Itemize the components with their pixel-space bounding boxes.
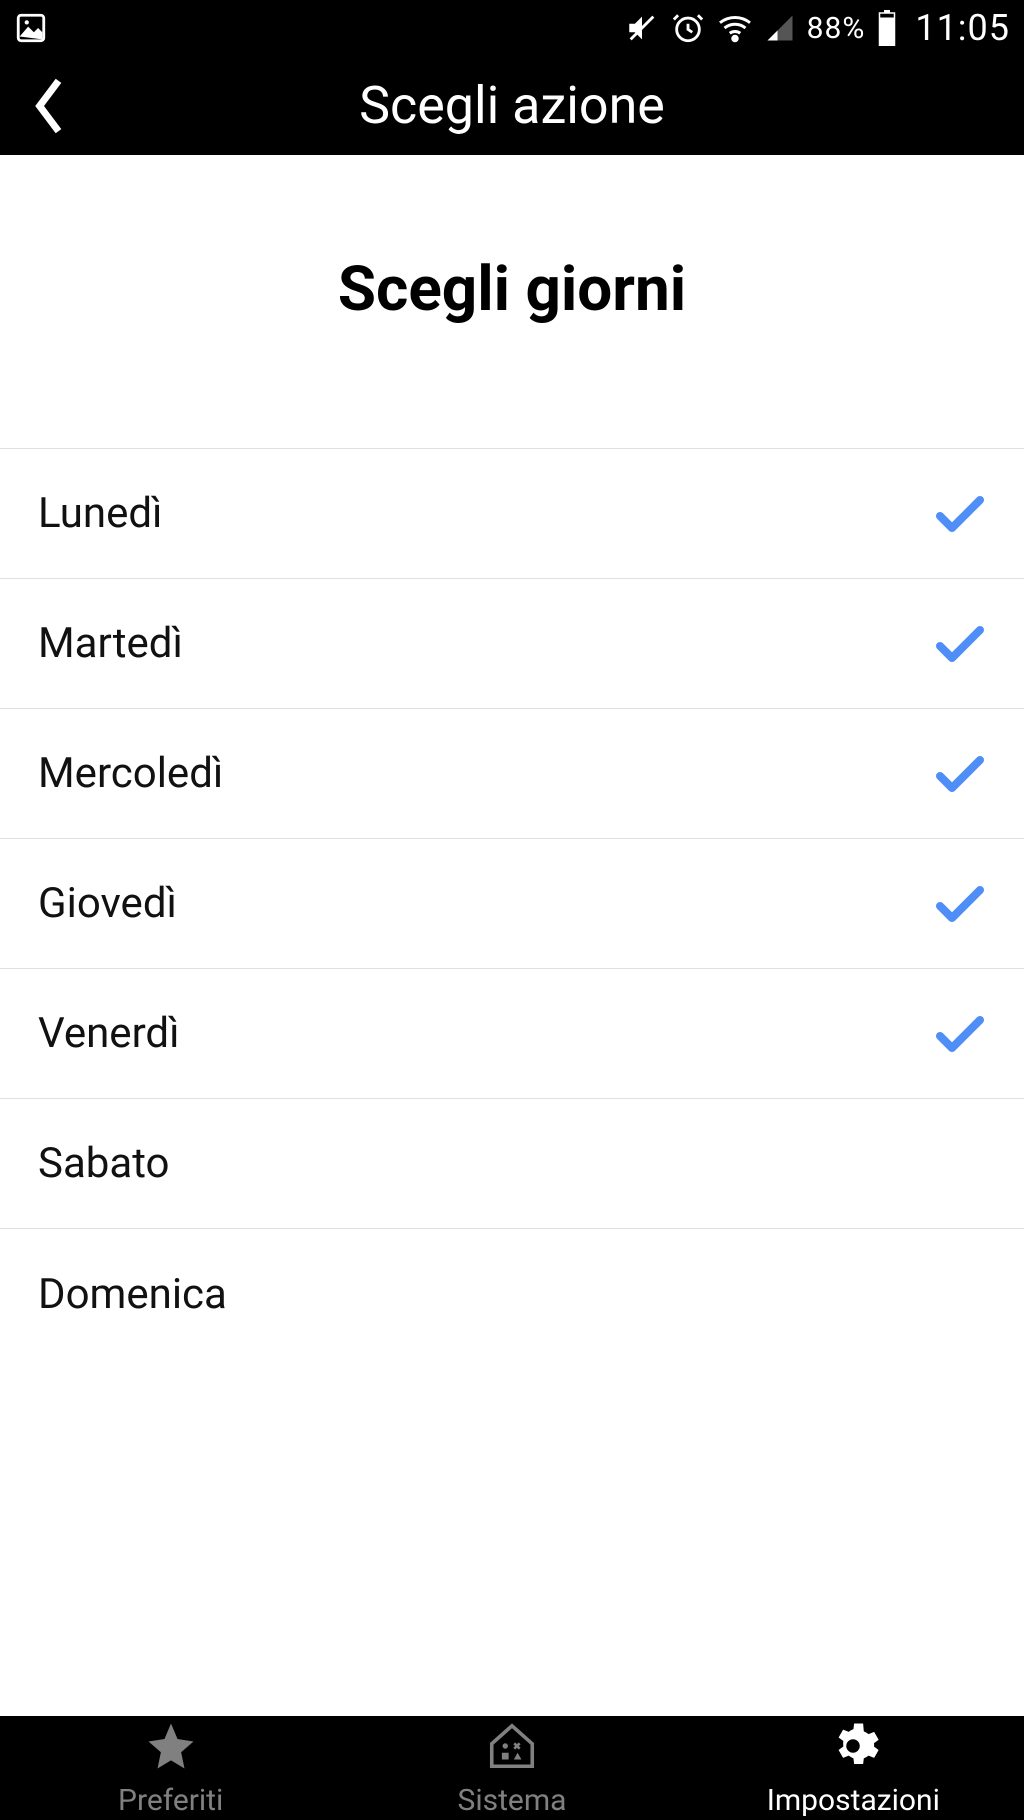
star-icon bbox=[144, 1719, 198, 1781]
nav-label: Sistema bbox=[458, 1783, 567, 1818]
check-icon bbox=[934, 884, 986, 924]
back-button[interactable] bbox=[18, 76, 78, 136]
alarm-icon bbox=[671, 11, 705, 45]
day-label: Martedì bbox=[38, 619, 183, 668]
nav-label: Impostazioni bbox=[767, 1783, 940, 1818]
nav-impostazioni[interactable]: Impostazioni bbox=[683, 1719, 1024, 1818]
bottom-nav: Preferiti Sistema Impostazioni bbox=[0, 1716, 1024, 1820]
header-title: Scegli azione bbox=[0, 75, 1024, 136]
gear-icon bbox=[826, 1719, 880, 1781]
nav-sistema[interactable]: Sistema bbox=[341, 1719, 682, 1818]
day-label: Sabato bbox=[38, 1139, 170, 1188]
day-label: Domenica bbox=[38, 1270, 227, 1319]
clock-text: 11:05 bbox=[915, 7, 1010, 49]
day-label: Lunedì bbox=[38, 489, 162, 538]
day-item-martedi[interactable]: Martedì bbox=[0, 579, 1024, 709]
day-item-venerdi[interactable]: Venerdì bbox=[0, 969, 1024, 1099]
signal-icon bbox=[765, 13, 795, 43]
check-icon bbox=[934, 754, 986, 794]
day-item-giovedi[interactable]: Giovedì bbox=[0, 839, 1024, 969]
mute-icon bbox=[625, 11, 659, 45]
day-label: Mercoledì bbox=[38, 749, 223, 798]
battery-icon bbox=[877, 10, 897, 46]
status-left bbox=[14, 11, 48, 45]
check-icon bbox=[934, 624, 986, 664]
days-list: Lunedì Martedì Mercoledì Giovedì Venerdì… bbox=[0, 448, 1024, 1359]
app-header: Scegli azione bbox=[0, 56, 1024, 155]
day-item-lunedi[interactable]: Lunedì bbox=[0, 449, 1024, 579]
section-title: Scegli giorni bbox=[0, 155, 1024, 448]
status-bar: 88% 11:05 bbox=[0, 0, 1024, 56]
day-item-domenica[interactable]: Domenica bbox=[0, 1229, 1024, 1359]
image-icon bbox=[14, 11, 48, 45]
wifi-icon bbox=[717, 10, 753, 46]
battery-percentage: 88% bbox=[807, 11, 866, 46]
nav-preferiti[interactable]: Preferiti bbox=[0, 1719, 341, 1818]
day-item-mercoledi[interactable]: Mercoledì bbox=[0, 709, 1024, 839]
day-label: Giovedì bbox=[38, 879, 177, 928]
day-item-sabato[interactable]: Sabato bbox=[0, 1099, 1024, 1229]
day-label: Venerdì bbox=[38, 1009, 180, 1058]
content-area: Scegli giorni Lunedì Martedì Mercoledì G… bbox=[0, 155, 1024, 1716]
check-icon bbox=[934, 1014, 986, 1054]
status-right: 88% 11:05 bbox=[625, 7, 1010, 49]
nav-label: Preferiti bbox=[118, 1783, 223, 1818]
check-icon bbox=[934, 494, 986, 534]
house-icon bbox=[485, 1719, 539, 1781]
